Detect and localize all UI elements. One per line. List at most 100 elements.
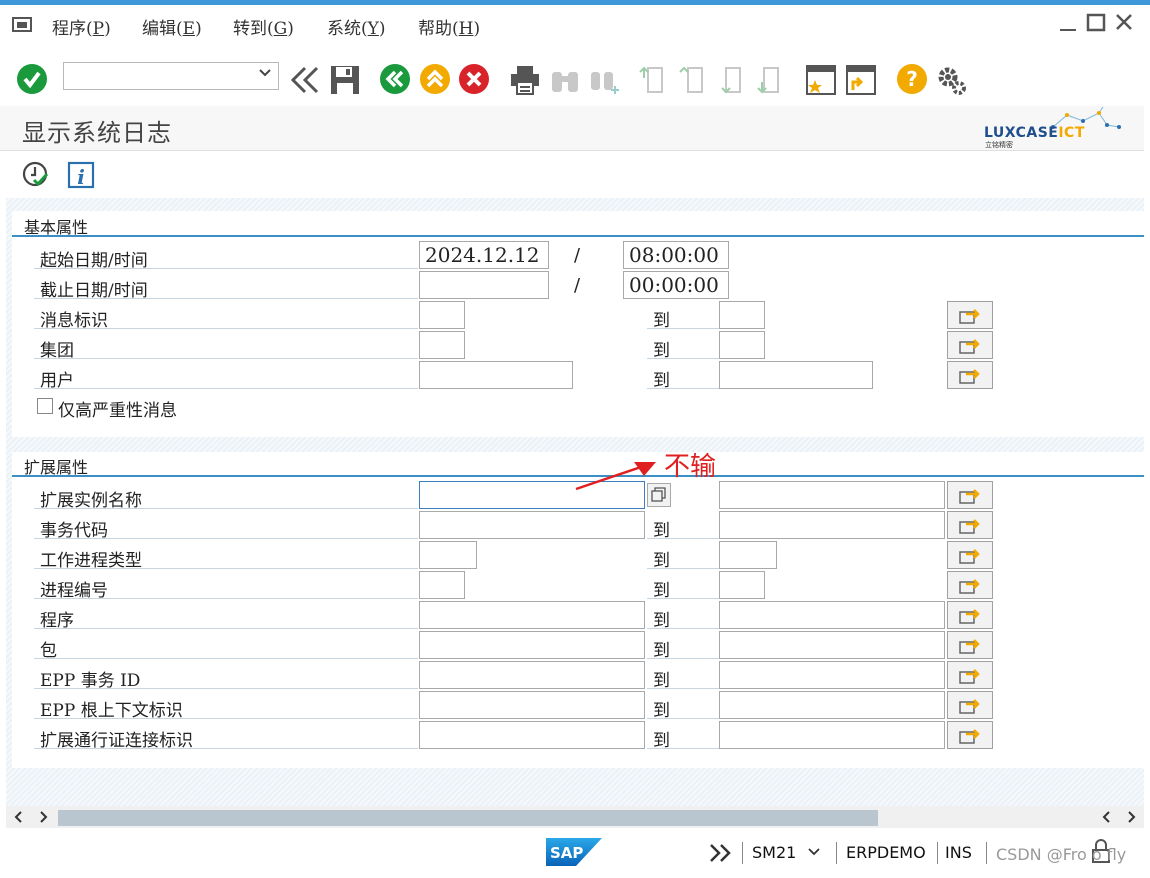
row-underline	[34, 718, 418, 719]
info-icon[interactable]: i	[67, 161, 95, 189]
row-underline	[647, 358, 719, 359]
multiple-selection-button[interactable]	[947, 481, 993, 509]
transaction-code-to-input[interactable]	[719, 511, 945, 539]
expand-status-icon[interactable]	[708, 842, 734, 864]
epp-root-context-id-from-input[interactable]	[419, 691, 645, 719]
settings-gear-icon[interactable]	[935, 64, 967, 96]
close-window-icon[interactable]	[1112, 10, 1136, 34]
scroll-left-end-icon[interactable]	[1100, 808, 1114, 826]
multiple-selection-button[interactable]	[947, 361, 993, 389]
work-process-type-to-input[interactable]	[719, 541, 777, 569]
row-underline	[647, 658, 719, 659]
annotation-arrow-icon	[574, 456, 664, 492]
high-severity-checkbox[interactable]	[37, 398, 53, 414]
scroll-thumb[interactable]	[58, 810, 878, 826]
start-time-input[interactable]: 08:00:00	[623, 241, 729, 269]
multiple-selection-button[interactable]	[947, 301, 993, 329]
help-icon[interactable]: ?	[897, 64, 927, 94]
work-process-type-from-input[interactable]	[419, 541, 477, 569]
multiple-selection-button[interactable]	[947, 721, 993, 749]
application-toolbar	[0, 151, 1144, 197]
package-from-input[interactable]	[419, 631, 645, 659]
end-time-input[interactable]: 00:00:00	[623, 271, 729, 299]
scroll-right-end-icon[interactable]	[1124, 808, 1138, 826]
insert-mode-status: INS	[945, 843, 972, 862]
end-date-input[interactable]	[419, 271, 549, 299]
menu-program[interactable]: 程序(P)	[52, 14, 111, 39]
back-icon[interactable]	[380, 64, 410, 94]
row-underline	[34, 628, 418, 629]
start-date-input[interactable]: 2024.12.12	[419, 241, 549, 269]
scroll-right-icon[interactable]	[36, 808, 50, 826]
exit-icon[interactable]	[420, 64, 450, 94]
process-number-from-input[interactable]	[419, 571, 465, 599]
menu-toggle-icon[interactable]	[12, 16, 34, 34]
menu-goto[interactable]: 转到(G)	[233, 14, 294, 39]
logo-subtitle: 立铭精密	[985, 141, 1013, 149]
process-number-to-input[interactable]	[719, 571, 765, 599]
epp-transaction-id-from-input[interactable]	[419, 661, 645, 689]
program-from-input[interactable]	[419, 601, 645, 629]
minimize-icon[interactable]	[1056, 10, 1080, 34]
first-page-icon	[638, 64, 668, 96]
maximize-icon[interactable]	[1084, 10, 1108, 34]
chevron-down-icon[interactable]	[258, 66, 272, 84]
package-to-input[interactable]	[719, 631, 945, 659]
multiple-selection-button[interactable]	[947, 691, 993, 719]
multiple-selection-button[interactable]	[947, 661, 993, 689]
find-next-icon	[589, 64, 621, 96]
execute-clock-icon[interactable]	[22, 161, 50, 189]
find-icon	[549, 64, 581, 96]
user-from-input[interactable]	[419, 361, 573, 389]
multiple-selection-button[interactable]	[947, 331, 993, 359]
create-shortcut-icon[interactable]	[845, 64, 877, 96]
last-page-icon	[756, 64, 786, 96]
page-title: 显示系统日志	[22, 119, 172, 147]
scroll-left-icon[interactable]	[12, 808, 26, 826]
high-severity-label: 仅高严重性消息	[58, 401, 177, 421]
ext-passport-connection-id-to-input[interactable]	[719, 721, 945, 749]
menu-system[interactable]: 系统(Y)	[327, 14, 386, 39]
watermark-text: CSDN @Fro o fly	[996, 845, 1127, 864]
ext-passport-connection-id-from-input[interactable]	[419, 721, 645, 749]
menu-help[interactable]: 帮助(H)	[418, 14, 480, 39]
row-underline	[34, 598, 418, 599]
row-underline	[34, 508, 418, 509]
date-time-separator: /	[574, 245, 581, 266]
chevron-down-icon[interactable]	[806, 844, 822, 860]
row-underline	[647, 538, 719, 539]
multiple-selection-button[interactable]	[947, 541, 993, 569]
collapse-double-chevron-icon[interactable]	[289, 64, 321, 96]
menu-edit[interactable]: 编辑(E)	[142, 14, 202, 39]
user-to-input[interactable]	[719, 361, 873, 389]
row-underline	[647, 598, 719, 599]
row-underline	[647, 718, 719, 719]
cancel-icon[interactable]	[459, 64, 489, 94]
row-underline	[34, 388, 418, 389]
multiple-selection-button[interactable]	[947, 571, 993, 599]
save-icon[interactable]	[329, 64, 361, 96]
print-icon[interactable]	[509, 64, 541, 96]
epp-transaction-id-to-input[interactable]	[719, 661, 945, 689]
ext-instance-name-to-input[interactable]	[719, 481, 945, 509]
new-session-icon[interactable]	[805, 64, 837, 96]
client-from-input[interactable]	[419, 331, 465, 359]
command-field[interactable]	[63, 62, 279, 90]
multiple-selection-button[interactable]	[947, 511, 993, 539]
message-id-to-input[interactable]	[719, 301, 765, 329]
row-underline	[34, 688, 418, 689]
row-underline	[647, 328, 719, 329]
program-to-input[interactable]	[719, 601, 945, 629]
epp-root-context-id-to-input[interactable]	[719, 691, 945, 719]
row-underline	[34, 748, 418, 749]
svg-text:i: i	[77, 165, 85, 189]
logo-text: LUXCASEICT	[984, 125, 1085, 141]
message-id-from-input[interactable]	[419, 301, 465, 329]
status-separator	[937, 842, 938, 864]
client-to-input[interactable]	[719, 331, 765, 359]
enter-check-icon[interactable]	[17, 64, 47, 94]
status-separator	[836, 842, 837, 864]
multiple-selection-button[interactable]	[947, 601, 993, 629]
transaction-code-from-input[interactable]	[419, 511, 645, 539]
multiple-selection-button[interactable]	[947, 631, 993, 659]
